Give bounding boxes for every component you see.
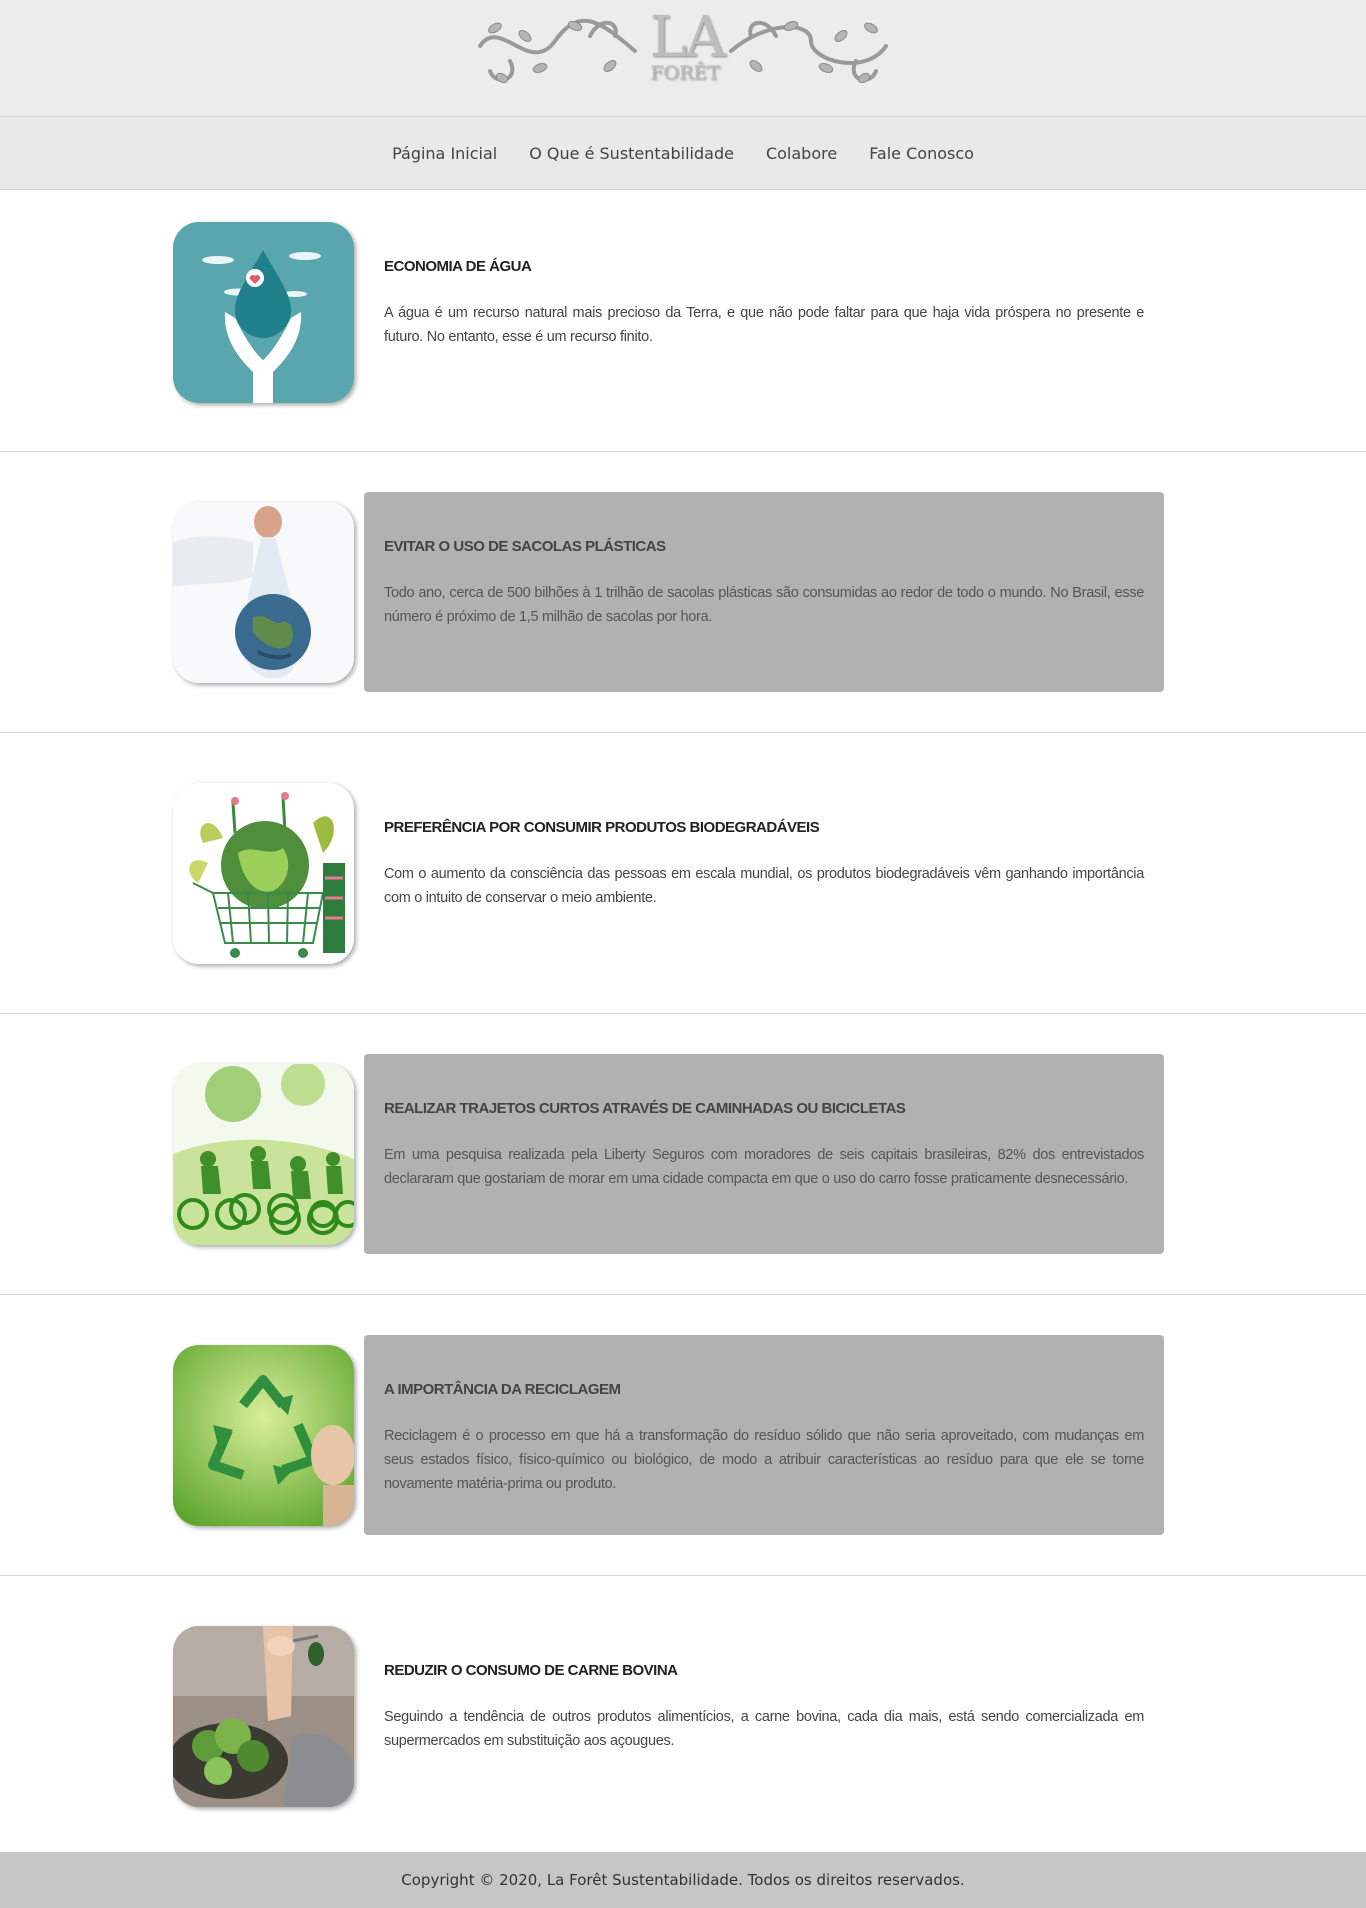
- section-text: Reciclagem é o processo em que há a tran…: [384, 1428, 1144, 1492]
- water-drop-hands-image: [173, 222, 354, 403]
- section-reciclagem: A IMPORTÂNCIA DA RECICLAGEM Reciclagem é…: [0, 1295, 1366, 1576]
- section-content: EVITAR O USO DE SACOLAS PLÁSTICAS Todo a…: [364, 492, 1164, 692]
- salad-eating-image: [173, 1626, 354, 1807]
- nav-link-fale-conosco[interactable]: Fale Conosco: [869, 144, 974, 163]
- globe-shopping-cart-image: [173, 783, 354, 964]
- section-title: ECONOMIA DE ÁGUA: [384, 258, 532, 275]
- section-title: REALIZAR TRAJETOS CURTOS ATRAVÉS DE CAMI…: [384, 1100, 906, 1117]
- section-economia-de-agua: ECONOMIA DE ÁGUA A água é um recurso nat…: [0, 190, 1366, 452]
- nav-link-o-que-e-sustentabilidade[interactable]: O Que é Sustentabilidade: [529, 144, 734, 163]
- recycle-symbol-image: [173, 1345, 354, 1526]
- section-carne-bovina: REDUZIR O CONSUMO DE CARNE BOVINA Seguin…: [0, 1576, 1366, 1857]
- site-logo[interactable]: LA FORÊT: [470, 6, 896, 96]
- ornament-right-icon: [729, 20, 888, 84]
- nav-link-pagina-inicial[interactable]: Página Inicial: [392, 144, 497, 163]
- site-footer: Copyright © 2020, La Forêt Sustentabilid…: [0, 1852, 1366, 1908]
- section-text: Seguindo a tendência de outros produtos …: [384, 1709, 1144, 1749]
- section-title: EVITAR O USO DE SACOLAS PLÁSTICAS: [384, 538, 666, 555]
- section-trajetos-curtos: REALIZAR TRAJETOS CURTOS ATRAVÉS DE CAMI…: [0, 1014, 1366, 1295]
- section-content: REALIZAR TRAJETOS CURTOS ATRAVÉS DE CAMI…: [364, 1054, 1164, 1254]
- nav-link-colabore[interactable]: Colabore: [766, 144, 837, 163]
- section-content: PREFERÊNCIA POR CONSUMIR PRODUTOS BIODEG…: [364, 773, 1164, 973]
- main-nav: Página Inicial O Que é Sustentabilidade …: [0, 117, 1366, 190]
- section-produtos-biodegradaveis: PREFERÊNCIA POR CONSUMIR PRODUTOS BIODEG…: [0, 733, 1366, 1014]
- section-text: Em uma pesquisa realizada pela Liberty S…: [384, 1147, 1144, 1187]
- section-title: A IMPORTÂNCIA DA RECICLAGEM: [384, 1381, 621, 1398]
- earth-in-plastic-bag-image: [173, 502, 354, 683]
- cyclists-green-image: [173, 1064, 354, 1245]
- section-text: Todo ano, cerca de 500 bilhões à 1 trilh…: [384, 585, 1144, 625]
- section-content: REDUZIR O CONSUMO DE CARNE BOVINA Seguin…: [364, 1616, 1164, 1816]
- section-text: A água é um recurso natural mais precios…: [384, 305, 1144, 345]
- section-title: PREFERÊNCIA POR CONSUMIR PRODUTOS BIODEG…: [384, 819, 820, 836]
- copyright-text: Copyright © 2020, La Forêt Sustentabilid…: [401, 1871, 965, 1889]
- logo-foret-text: FORÊT: [650, 62, 720, 84]
- logo-la-text: LA: [650, 5, 726, 70]
- section-title: REDUZIR O CONSUMO DE CARNE BOVINA: [384, 1662, 678, 1679]
- site-header: LA FORÊT: [0, 0, 1366, 117]
- section-text: Com o aumento da consciência das pessoas…: [384, 866, 1144, 906]
- section-content: ECONOMIA DE ÁGUA A água é um recurso nat…: [364, 212, 1164, 412]
- logo-wordmark: LA FORÊT: [650, 5, 726, 84]
- ornament-left-icon: [478, 18, 637, 84]
- section-content: A IMPORTÂNCIA DA RECICLAGEM Reciclagem é…: [364, 1335, 1164, 1535]
- section-sacolas-plasticas: EVITAR O USO DE SACOLAS PLÁSTICAS Todo a…: [0, 452, 1366, 733]
